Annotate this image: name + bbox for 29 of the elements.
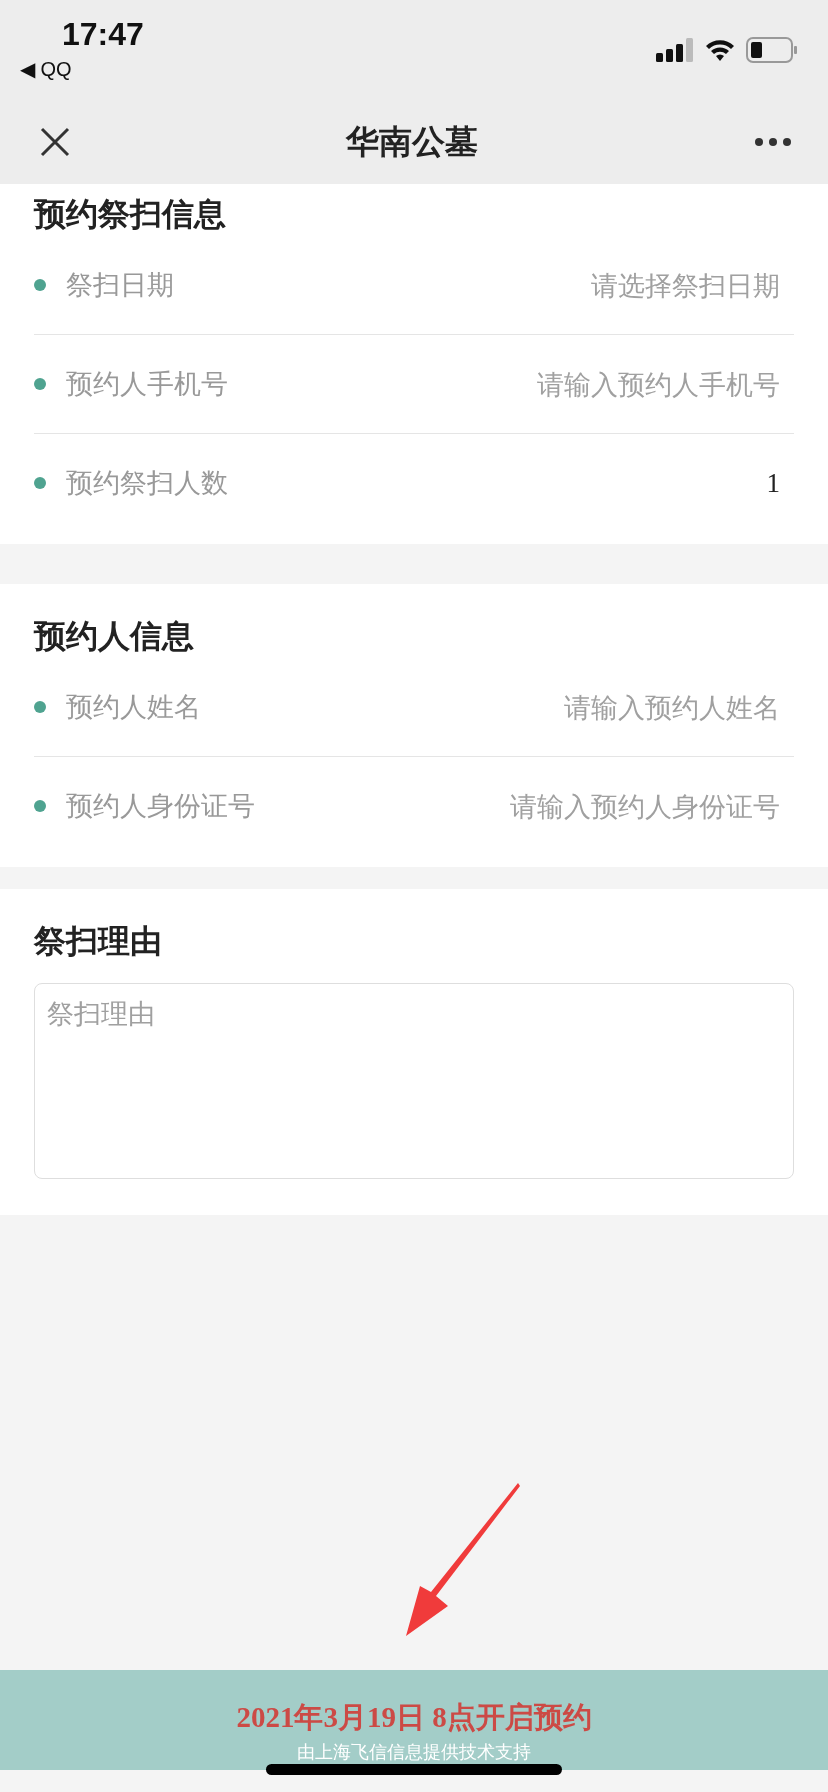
- input-field[interactable]: 请输入预约人手机号: [228, 367, 782, 401]
- signal-icon: [656, 38, 694, 62]
- bullet-dot: [34, 477, 46, 489]
- input-field[interactable]: 请输入预约人身份证号: [255, 789, 782, 823]
- battery-icon: [746, 37, 798, 63]
- back-to-app-link[interactable]: ◀ QQ: [20, 57, 144, 81]
- bullet-dot: [34, 279, 46, 291]
- bullet-dot: [34, 800, 46, 812]
- page-title: 华南公墓: [346, 120, 478, 163]
- input-field[interactable]: 请选择祭扫日期: [174, 268, 782, 302]
- status-time: 17:47: [62, 16, 144, 53]
- booking-notice: 2021年3月19日 8点开启预约: [236, 1700, 592, 1735]
- bullet-dot: [34, 701, 46, 713]
- section-title: 预约祭扫信息: [34, 194, 227, 235]
- field-label: 预约人身份证号: [66, 789, 255, 823]
- input-field[interactable]: 1: [228, 466, 782, 500]
- wifi-icon: [704, 38, 736, 62]
- section-title: 预约人信息: [34, 616, 195, 657]
- more-icon[interactable]: [754, 137, 792, 147]
- section-title: 祭扫理由: [34, 921, 163, 962]
- field-label: 预约人姓名: [66, 690, 201, 724]
- field-label: 祭扫日期: [66, 268, 174, 302]
- credit-text: 由上海飞信信息提供技术支持: [297, 1740, 531, 1764]
- reason-text-area[interactable]: 祭扫理由: [34, 983, 794, 1179]
- close-icon[interactable]: [40, 127, 70, 157]
- field-label: 预约人手机号: [66, 367, 228, 401]
- input-field[interactable]: 请输入预约人姓名: [201, 690, 782, 724]
- field-label: 预约祭扫人数: [66, 466, 228, 500]
- bullet-dot: [34, 378, 46, 390]
